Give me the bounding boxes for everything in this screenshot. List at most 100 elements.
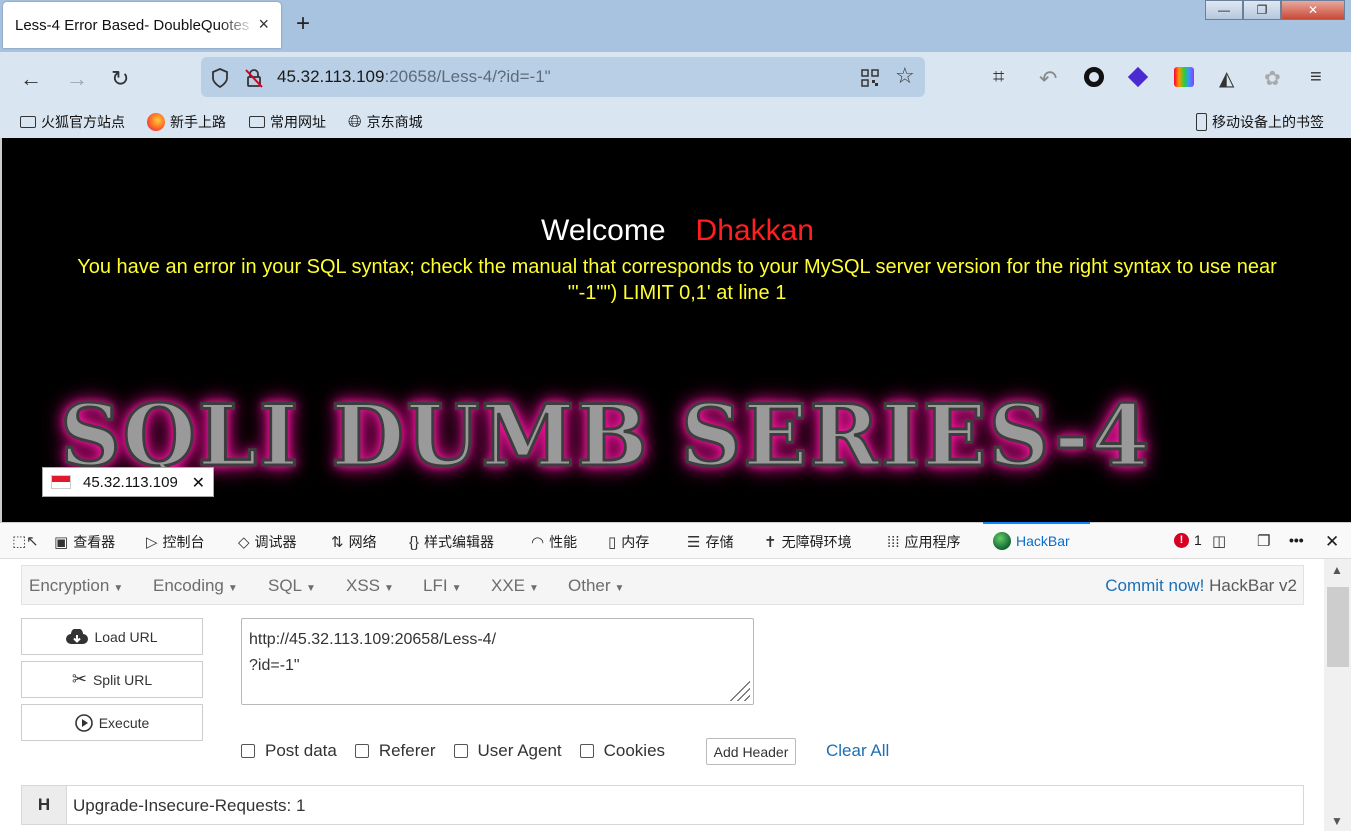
header-row: H Upgrade-Insecure-Requests: 1: [21, 785, 1304, 825]
bookmark-item[interactable]: 火狐官方站点: [20, 112, 125, 132]
menu-label: XXE: [491, 576, 526, 595]
flag-icon: [51, 475, 71, 489]
checkbox-label: User Agent: [477, 741, 562, 760]
tab-style-editor[interactable]: {} 样式编辑器: [409, 532, 494, 552]
reload-icon[interactable]: ↻: [111, 66, 129, 92]
panel-scrollbar[interactable]: ▲ ▼: [1324, 559, 1351, 831]
storage-icon: ☰: [687, 534, 701, 551]
commit-link[interactable]: Commit now!: [1105, 576, 1204, 595]
tab-debugger[interactable]: ◇ 调试器: [238, 532, 297, 552]
tab-console[interactable]: ▷ 控制台: [146, 532, 205, 552]
mobile-bookmarks[interactable]: 移动设备上的书签: [1196, 112, 1324, 132]
tab-close-icon[interactable]: ×: [258, 14, 269, 35]
forward-icon[interactable]: →: [66, 66, 88, 92]
hacker-icon[interactable]: ◭: [1219, 66, 1234, 91]
undo-icon[interactable]: ↶: [1039, 66, 1057, 92]
firefox-icon: [147, 113, 165, 131]
close-window-button[interactable]: ✕: [1281, 0, 1345, 20]
checkbox-box[interactable]: [453, 744, 468, 758]
crop-icon[interactable]: ⌗: [993, 66, 1004, 89]
checkbox-box[interactable]: [241, 744, 255, 758]
tab-label: 无障碍环境: [781, 534, 852, 550]
menu-encryption[interactable]: Encryption ▼: [29, 576, 123, 596]
clear-all-link[interactable]: Clear All: [826, 741, 889, 761]
checkbox-label: Post data: [265, 741, 337, 760]
checkbox-box[interactable]: [354, 744, 369, 758]
tab-inspector[interactable]: ▣ 查看器: [54, 532, 115, 552]
tab-memory[interactable]: ▯ 内存: [608, 532, 649, 552]
devtools-close-icon[interactable]: ✕: [1325, 532, 1339, 552]
url-path: :20658/Less-4/?id=-1": [384, 67, 551, 86]
tab-title: Less-4 Error Based- DoubleQuotes: [15, 16, 250, 34]
add-header-button[interactable]: Add Header: [706, 738, 796, 765]
menu-xxe[interactable]: XXE ▼: [491, 576, 539, 596]
scroll-up-icon[interactable]: ▲: [1331, 563, 1343, 577]
checkbox-box[interactable]: [579, 744, 594, 758]
user-agent-checkbox[interactable]: User Agent: [453, 741, 562, 761]
menu-encoding[interactable]: Encoding ▼: [153, 576, 238, 596]
menu-lfi[interactable]: LFI ▼: [423, 576, 461, 596]
puzzle-icon[interactable]: ✿: [1264, 66, 1281, 91]
split-url-button[interactable]: ✂ Split URL: [21, 661, 203, 698]
error-icon: !: [1174, 532, 1189, 548]
tab-performance[interactable]: ◠ 性能: [531, 532, 577, 552]
cookies-checkbox[interactable]: Cookies: [579, 741, 666, 761]
tab-active[interactable]: Less-4 Error Based- DoubleQuotes ×: [3, 2, 281, 48]
bookmark-label: 京东商城: [366, 114, 423, 130]
new-tab-button[interactable]: +: [296, 10, 310, 38]
menu-icon[interactable]: ≡: [1310, 66, 1322, 89]
tab-accessibility[interactable]: ✝ 无障碍环境: [764, 532, 852, 552]
split-console-icon[interactable]: ◫: [1212, 532, 1226, 550]
bookmark-item[interactable]: 新手上路: [147, 112, 226, 132]
hackbar-version: HackBar v2: [1204, 576, 1297, 595]
bookmarks-toolbar: 火狐官方站点 新手上路 常用网址 🌐︎ 京东商城 移动设备上的书签: [0, 104, 1351, 138]
resize-grip-icon[interactable]: [730, 681, 750, 701]
error-count[interactable]: ! 1: [1174, 532, 1202, 548]
folder-icon: [20, 116, 36, 128]
minimize-button[interactable]: —: [1205, 0, 1243, 20]
scroll-down-icon[interactable]: ▼: [1331, 814, 1343, 828]
layers-icon[interactable]: [1127, 66, 1149, 88]
menu-other[interactable]: Other ▼: [568, 576, 624, 596]
insecure-lock-icon[interactable]: [245, 68, 263, 88]
circle-icon[interactable]: [1084, 67, 1104, 87]
tab-label: 样式编辑器: [424, 534, 495, 550]
post-data-checkbox[interactable]: Post data: [241, 741, 337, 761]
tab-hackbar[interactable]: HackBar: [993, 532, 1070, 550]
tab-network[interactable]: ⇅ 网络: [331, 532, 377, 552]
caret-down-icon: ▼: [451, 583, 462, 594]
referer-checkbox[interactable]: Referer: [354, 741, 436, 761]
header-value[interactable]: Upgrade-Insecure-Requests: 1: [73, 796, 305, 816]
checkbox-label: Cookies: [603, 741, 666, 760]
bookmark-item[interactable]: 🌐︎ 京东商城: [348, 112, 423, 132]
url-host: 45.32.113.109: [277, 67, 385, 86]
url-textarea[interactable]: http://45.32.113.109:20658/Less-4/ ?id=-…: [241, 618, 754, 705]
star-icon[interactable]: ☆: [895, 63, 915, 89]
menu-label: Encoding: [153, 576, 224, 595]
tab-storage[interactable]: ☰ 存储: [687, 532, 733, 552]
tab-application[interactable]: ⁞⁞⁞ 应用程序: [887, 532, 961, 552]
caret-down-icon: ▼: [384, 583, 394, 594]
bookmark-item[interactable]: 常用网址: [249, 112, 326, 132]
scroll-thumb[interactable]: [1327, 587, 1349, 667]
url-text[interactable]: 45.32.113.109:20658/Less-4/?id=-1": [277, 67, 551, 87]
url-bar[interactable]: 45.32.113.109:20658/Less-4/?id=-1" ☆: [201, 57, 925, 97]
load-url-button[interactable]: Load URL: [21, 618, 203, 655]
dock-icon[interactable]: ❐: [1257, 532, 1270, 550]
network-icon: ⇅: [331, 534, 344, 551]
shield-icon[interactable]: [211, 68, 229, 88]
menu-sql[interactable]: SQL ▼: [268, 576, 316, 596]
extension-icon[interactable]: [1174, 67, 1194, 87]
tab-label: 存储: [705, 534, 734, 550]
title-bar: Less-4 Error Based- DoubleQuotes × + — ❐…: [0, 0, 1351, 52]
element-picker-icon[interactable]: ⬚↖: [12, 532, 39, 550]
maximize-button[interactable]: ❐: [1243, 0, 1281, 20]
menu-xss[interactable]: XSS ▼: [346, 576, 394, 596]
qr-code-icon[interactable]: [861, 69, 879, 87]
caret-down-icon: ▼: [113, 583, 124, 594]
more-options-icon[interactable]: •••: [1289, 532, 1304, 548]
accessibility-icon: ✝: [764, 534, 777, 551]
execute-button[interactable]: Execute: [21, 704, 203, 741]
ip-popup-close-icon[interactable]: ✕: [192, 473, 205, 493]
back-icon[interactable]: ←: [20, 66, 42, 92]
